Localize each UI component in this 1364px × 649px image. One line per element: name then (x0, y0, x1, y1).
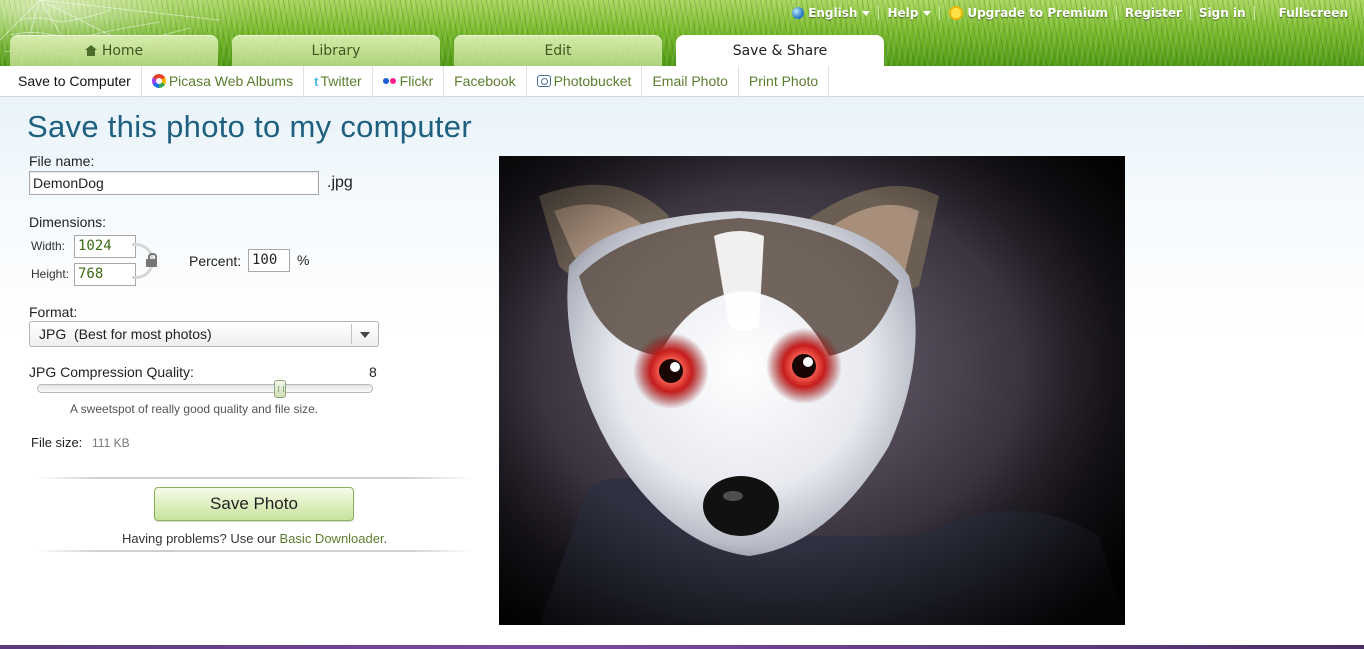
save-photo-label: Save Photo (210, 494, 298, 513)
tab-edit-label: Edit (544, 42, 572, 59)
problems-prefix: Having problems? Use our (122, 531, 280, 546)
format-select[interactable]: JPG (Best for most photos) (29, 321, 379, 347)
register-link[interactable]: Register (1115, 6, 1190, 20)
help-menu[interactable]: Help (878, 6, 939, 20)
sun-icon (948, 5, 965, 21)
page-title: Save this photo to my computer (27, 109, 472, 144)
percent-label: Percent: (189, 253, 242, 269)
flickr-icon (382, 78, 396, 84)
save-panel: Save this photo to my computer File name… (0, 97, 1364, 645)
dog-photo-image (499, 156, 1125, 625)
quality-value: 8 (369, 364, 377, 380)
file-size-label: File size: (31, 435, 83, 450)
basic-downloader-link[interactable]: Basic Downloader (280, 531, 384, 546)
chevron-down-icon (360, 332, 370, 338)
divider (35, 550, 473, 552)
lock-icon[interactable] (146, 253, 157, 267)
top-bar: English Help Upgrade to Premium Register… (784, 0, 1364, 26)
file-size-value: 111 KB (92, 436, 130, 450)
sign-in-link[interactable]: Sign in (1189, 6, 1254, 20)
select-divider (351, 324, 352, 344)
subnav-label: Email Photo (652, 73, 728, 89)
photo-preview (499, 156, 1125, 625)
width-label: Width: (31, 239, 66, 253)
chevron-down-icon (923, 10, 932, 16)
tab-library[interactable]: Library (232, 35, 440, 66)
subnav-label: Facebook (454, 73, 516, 89)
register-label: Register (1124, 6, 1182, 20)
subnav-save-to-computer[interactable]: Save to Computer (0, 65, 142, 97)
photobucket-icon (536, 75, 551, 87)
subnav-label: Print Photo (748, 73, 819, 89)
tab-home-label: Home (101, 42, 144, 59)
percent-input[interactable]: 100 (248, 249, 290, 272)
twitter-icon: t (314, 73, 319, 89)
save-photo-button[interactable]: Save Photo (154, 487, 354, 521)
subnav-email-photo[interactable]: Email Photo (642, 65, 739, 97)
quality-label: JPG Compression Quality: (29, 364, 194, 380)
subnav-photobucket[interactable]: Photobucket (527, 65, 643, 97)
dimensions-label: Dimensions: (29, 214, 107, 230)
width-input[interactable]: 1024 (74, 235, 136, 258)
subnav-twitter[interactable]: t Twitter (304, 65, 373, 97)
fullscreen-link[interactable]: Fullscreen (1253, 6, 1364, 20)
header-banner: English Help Upgrade to Premium Register… (0, 0, 1364, 66)
subnav-facebook[interactable]: Facebook (444, 65, 527, 97)
height-label: Height: (31, 267, 70, 281)
picasa-icon (151, 74, 166, 88)
tab-edit[interactable]: Edit (454, 35, 662, 66)
file-name-input[interactable]: DemonDog (29, 171, 319, 195)
taskbar-edge (0, 645, 1364, 649)
upgrade-premium-link[interactable]: Upgrade to Premium (939, 5, 1116, 21)
home-icon (84, 45, 97, 56)
quality-slider-thumb[interactable] (274, 380, 287, 398)
quality-slider-track[interactable] (37, 384, 373, 393)
file-name-label: File name: (29, 153, 95, 169)
subnav-label: Photobucket (553, 73, 632, 89)
main-tabs: Home Library Edit Save & Share (10, 35, 898, 66)
divider (35, 477, 473, 479)
fullscreen-label: Fullscreen (1278, 6, 1348, 20)
format-select-value: JPG (Best for most photos) (39, 326, 212, 342)
subnav-print-photo[interactable]: Print Photo (739, 65, 830, 97)
tab-save-share[interactable]: Save & Share (676, 35, 884, 66)
subnav-label: Flickr (399, 73, 434, 89)
subnav-label: Picasa Web Albums (168, 73, 294, 89)
format-label: Format: (29, 304, 78, 320)
language-menu[interactable]: English (784, 6, 878, 20)
subnav-label: Twitter (320, 73, 362, 89)
tab-save-share-label: Save & Share (732, 42, 828, 59)
globe-icon (792, 7, 805, 19)
chevron-down-icon (862, 10, 871, 16)
share-destinations-nav: Save to Computer Picasa Web Albums t Twi… (0, 65, 1364, 97)
subnav-picasa[interactable]: Picasa Web Albums (142, 65, 305, 97)
subnav-flickr[interactable]: Flickr (373, 65, 445, 97)
tab-library-label: Library (311, 42, 361, 59)
file-extension: .jpg (327, 174, 353, 191)
height-input[interactable]: 768 (74, 263, 136, 286)
percent-unit: % (297, 252, 310, 268)
problems-text: Having problems? Use our Basic Downloade… (122, 531, 387, 546)
problems-suffix: . (383, 531, 388, 546)
quality-hint: A sweetspot of really good quality and f… (70, 402, 319, 416)
tab-home[interactable]: Home (10, 35, 218, 66)
premium-label: Upgrade to Premium (967, 6, 1108, 20)
subnav-label: Save to Computer (18, 73, 131, 89)
sign-in-label: Sign in (1198, 6, 1246, 20)
help-label: Help (887, 6, 919, 20)
language-label: English (808, 6, 858, 20)
